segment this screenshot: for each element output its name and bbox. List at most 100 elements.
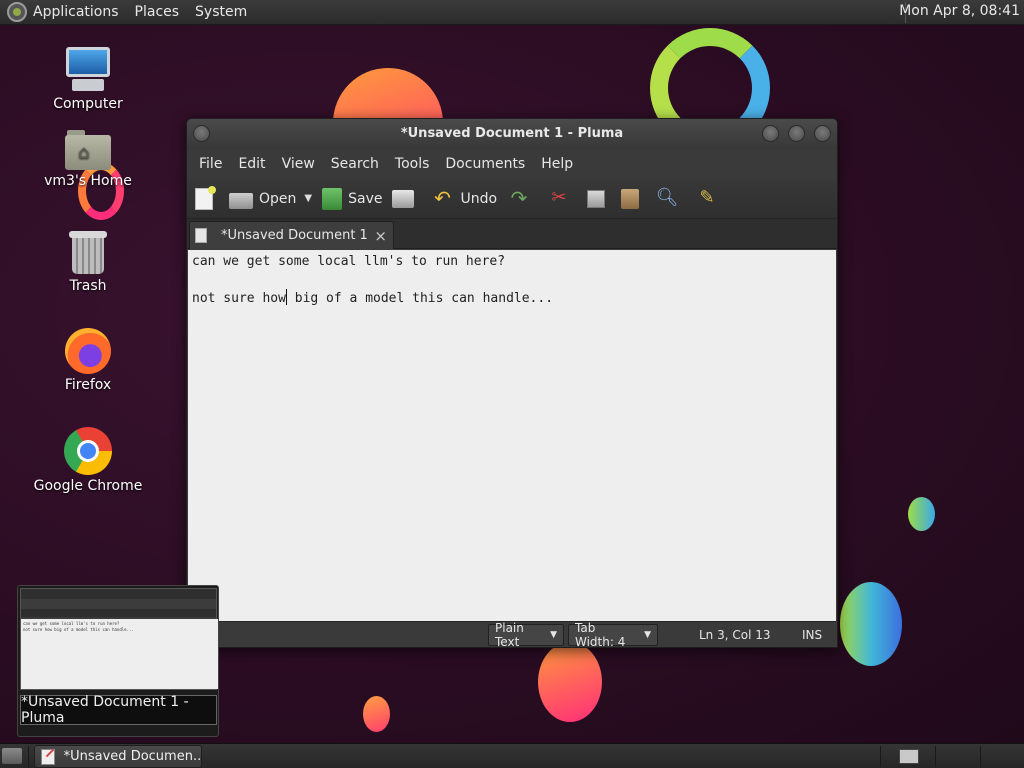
tab-width-selector[interactable]: Tab Width: 4 ▼ [568,621,658,649]
panel-separator [935,746,936,767]
save-button[interactable]: Save [322,187,383,210]
desktop-icon-trash[interactable]: Trash [28,231,148,294]
wallpaper-blob [538,642,602,722]
search-icon: 🔍︎ [655,186,679,208]
wallpaper-blob [840,582,902,666]
menu-system[interactable]: System [195,4,247,20]
taskbar-window-button[interactable]: *Unsaved Documen... [34,745,202,768]
menu-file[interactable]: File [191,156,230,172]
copy-button[interactable] [587,189,611,208]
show-desktop-icon[interactable] [2,748,22,764]
menu-tools[interactable]: Tools [387,156,438,172]
mate-logo-icon[interactable] [7,2,27,22]
workspace-switcher[interactable] [899,749,919,764]
replace-button[interactable]: ✎ [695,186,725,210]
desktop-icon-label: Firefox [64,377,112,393]
menu-help[interactable]: Help [533,156,581,172]
chevron-down-icon: ▼ [644,630,651,640]
chevron-down-icon: ▼ [550,630,557,640]
tab-width-label: Tab Width: 4 [575,621,626,649]
save-label: Save [348,190,383,207]
preview-label: *Unsaved Document 1 - Pluma [20,694,217,726]
panel-separator [880,746,881,767]
desktop-icon-label: Trash [69,278,107,294]
replace-icon: ✎ [699,186,715,208]
open-button[interactable]: Open ▼ [229,189,312,209]
undo-label: Undo [460,190,498,207]
print-icon [392,189,415,208]
window-preview[interactable]: can we get some local llm's to run here?… [17,585,219,737]
toolbar: Open ▼ Save ↶ Undo ↷ ✂ 🔍︎ ✎ [187,179,837,219]
desktop-icon-chrome[interactable]: Google Chrome [28,427,148,494]
editor-line-before-cursor: not sure how [192,291,286,306]
open-label: Open [259,190,297,207]
wallpaper-blob [908,497,935,531]
desktop-icon-label: Computer [53,96,123,112]
close-button[interactable] [814,125,831,142]
scissors-icon: ✂ [551,186,567,208]
panel-separator [980,746,981,767]
menu-search[interactable]: Search [323,156,387,172]
save-icon [322,187,343,210]
copy-icon [587,189,606,208]
editor-line-after-cursor: big of a model this can handle... [286,291,554,306]
redo-button[interactable]: ↷ [507,188,537,210]
desktop-icon-home[interactable]: ⌂ vm3's Home [28,130,148,189]
chevron-down-icon[interactable]: ▼ [304,193,312,204]
titlebar[interactable]: *Unsaved Document 1 - Pluma [187,119,837,149]
cursor-position: Ln 3, Col 13 [699,628,771,642]
pluma-icon [41,748,55,765]
statusbar: Plain Text ▼ Tab Width: 4 ▼ Ln 3, Col 13… [188,621,836,649]
menu-places[interactable]: Places [135,4,180,20]
menu-edit[interactable]: Edit [230,156,273,172]
paste-icon [621,188,640,209]
computer-icon [64,47,112,93]
clock[interactable]: Mon Apr 8, 08:41 [899,3,1020,19]
menu-view[interactable]: View [274,156,323,172]
editor-line: can we get some local llm's to run here? [192,254,506,269]
tab-label: *Unsaved Document 1 [221,228,368,243]
close-icon[interactable]: × [374,227,387,245]
menu-documents[interactable]: Documents [437,156,533,172]
menu-applications[interactable]: Applications [33,4,119,20]
undo-icon: ↶ [434,185,451,210]
window-thumbnail: can we get some local llm's to run here?… [20,588,218,690]
panel-separator [28,746,29,767]
desktop-icon-label: vm3's Home [44,173,132,189]
new-button[interactable] [195,185,219,210]
undo-button[interactable]: ↶ Undo [430,188,497,210]
new-document-icon [195,185,216,210]
paste-button[interactable] [621,188,645,209]
text-editor[interactable]: can we get some local llm's to run here?… [188,250,836,623]
print-button[interactable] [392,189,420,208]
chrome-icon [64,427,112,475]
find-button[interactable]: 🔍︎ [655,186,685,210]
trash-icon [69,231,107,275]
document-tabbar: *Unsaved Document 1 × [187,219,837,249]
tab-unsaved-document-1[interactable]: *Unsaved Document 1 × [189,221,394,249]
top-panel: Applications Places System Mon Apr 8, 08… [0,0,1024,25]
open-folder-icon [229,192,253,209]
wallpaper-blob [363,696,390,732]
language-selector[interactable]: Plain Text ▼ [488,621,564,649]
thumbnail-line: not sure how big of a model this can han… [23,627,134,632]
window-title: *Unsaved Document 1 - Pluma [400,126,624,141]
redo-icon: ↷ [510,185,528,210]
maximize-button[interactable] [788,125,805,142]
menubar: File Edit View Search Tools Documents He… [187,149,837,179]
bottom-panel: *Unsaved Documen... [0,743,1024,768]
language-label: Plain Text [495,621,524,649]
pluma-window: *Unsaved Document 1 - Pluma File Edit Vi… [186,118,838,649]
firefox-icon [65,328,111,374]
minimize-button[interactable] [762,125,779,142]
desktop-icon-computer[interactable]: Computer [28,47,148,112]
document-icon [195,228,207,243]
insert-mode: INS [802,628,823,642]
home-folder-icon: ⌂ [65,130,111,170]
desktop-icon-label: Google Chrome [33,478,143,494]
desktop-icon-firefox[interactable]: Firefox [28,328,148,393]
cut-button[interactable]: ✂ [547,186,577,210]
taskbar-window-label: *Unsaved Documen... [63,749,201,764]
editor-line-cursor: not sure how big of a model this can han… [192,289,832,307]
